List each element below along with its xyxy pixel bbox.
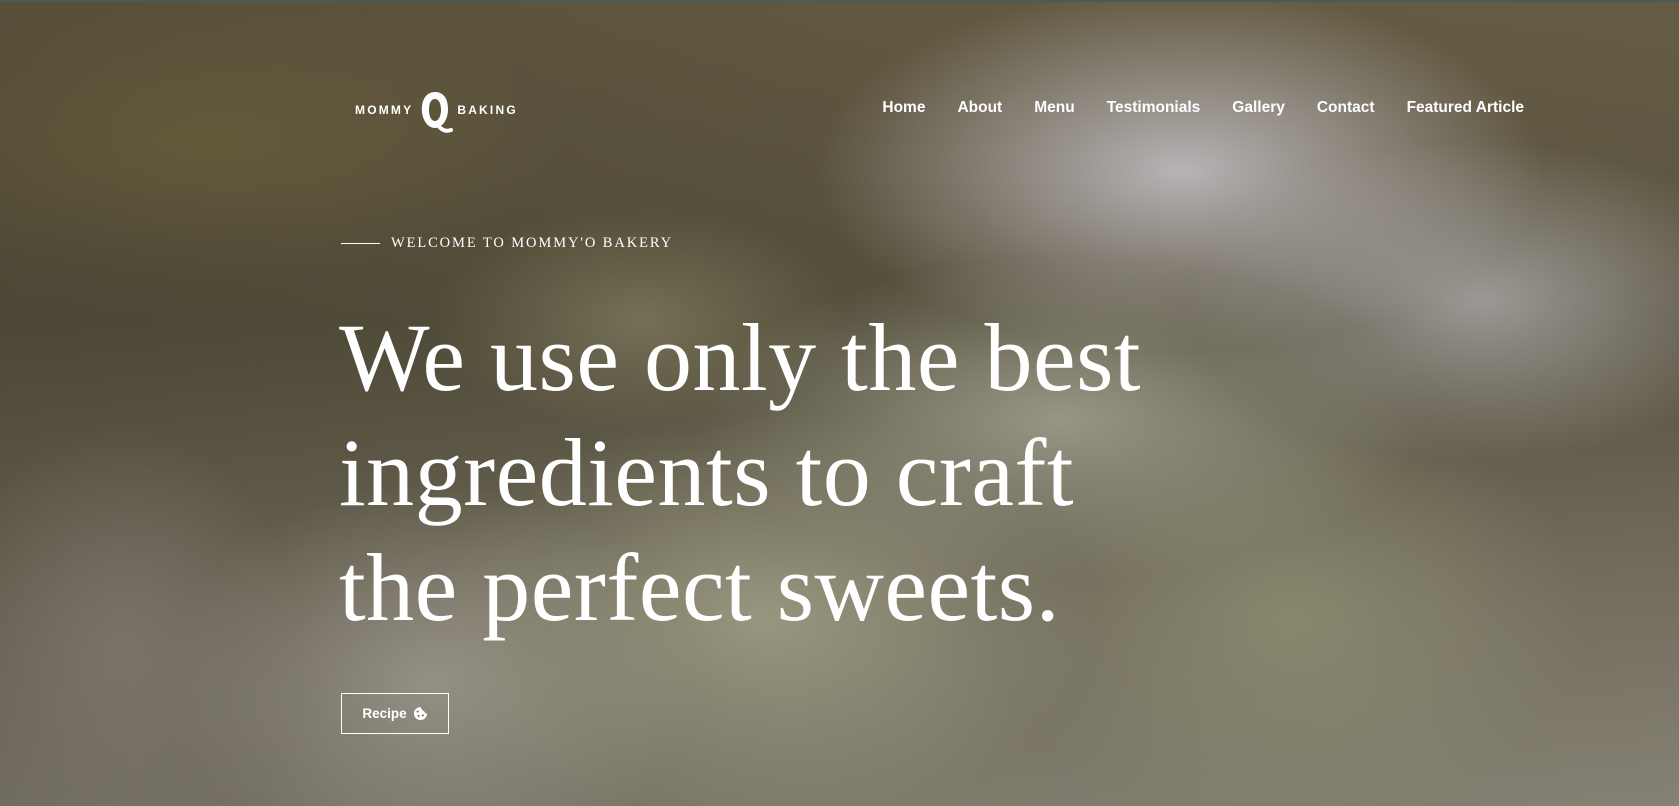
nav-link-home[interactable]: Home: [882, 99, 925, 116]
nav-item-contact: Contact: [1317, 99, 1375, 117]
nav-link-contact[interactable]: Contact: [1317, 99, 1375, 116]
nav-link-menu[interactable]: Menu: [1034, 99, 1074, 116]
nav-item-gallery: Gallery: [1232, 99, 1285, 117]
site-logo[interactable]: MOMMY BAKING: [355, 86, 518, 134]
nav-item-home: Home: [882, 99, 925, 117]
nav-item-about: About: [957, 99, 1002, 117]
hero-eyebrow: WELCOME TO MOMMY'O BAKERY: [341, 235, 673, 252]
logo-word-left: MOMMY: [355, 103, 414, 117]
nav-item-testimonials: Testimonials: [1107, 99, 1201, 117]
main-navigation: Home About Menu Testimonials Gallery Con…: [882, 99, 1524, 117]
cookie-icon: [413, 706, 427, 721]
nav-link-testimonials[interactable]: Testimonials: [1107, 99, 1201, 116]
eyebrow-text: WELCOME TO MOMMY'O BAKERY: [391, 235, 673, 251]
top-border: [0, 0, 1679, 2]
mommy-o-logo-mark-icon: [422, 92, 454, 133]
hero-headline: We use only the best ingredients to craf…: [339, 300, 1239, 645]
eyebrow-divider: [341, 243, 380, 244]
nav-link-featured-article[interactable]: Featured Article: [1407, 99, 1524, 116]
recipe-button[interactable]: Recipe: [341, 693, 449, 734]
logo-word-right: BAKING: [457, 103, 518, 117]
nav-item-featured-article: Featured Article: [1407, 99, 1524, 117]
headline-line-3: the perfect sweets.: [339, 534, 1061, 641]
headline-line-2: ingredients to craft: [339, 419, 1075, 526]
headline-line-1: We use only the best: [339, 304, 1142, 411]
nav-link-about[interactable]: About: [957, 99, 1002, 116]
nav-link-gallery[interactable]: Gallery: [1232, 99, 1285, 116]
nav-item-menu: Menu: [1034, 99, 1074, 117]
recipe-button-label: Recipe: [362, 706, 407, 721]
